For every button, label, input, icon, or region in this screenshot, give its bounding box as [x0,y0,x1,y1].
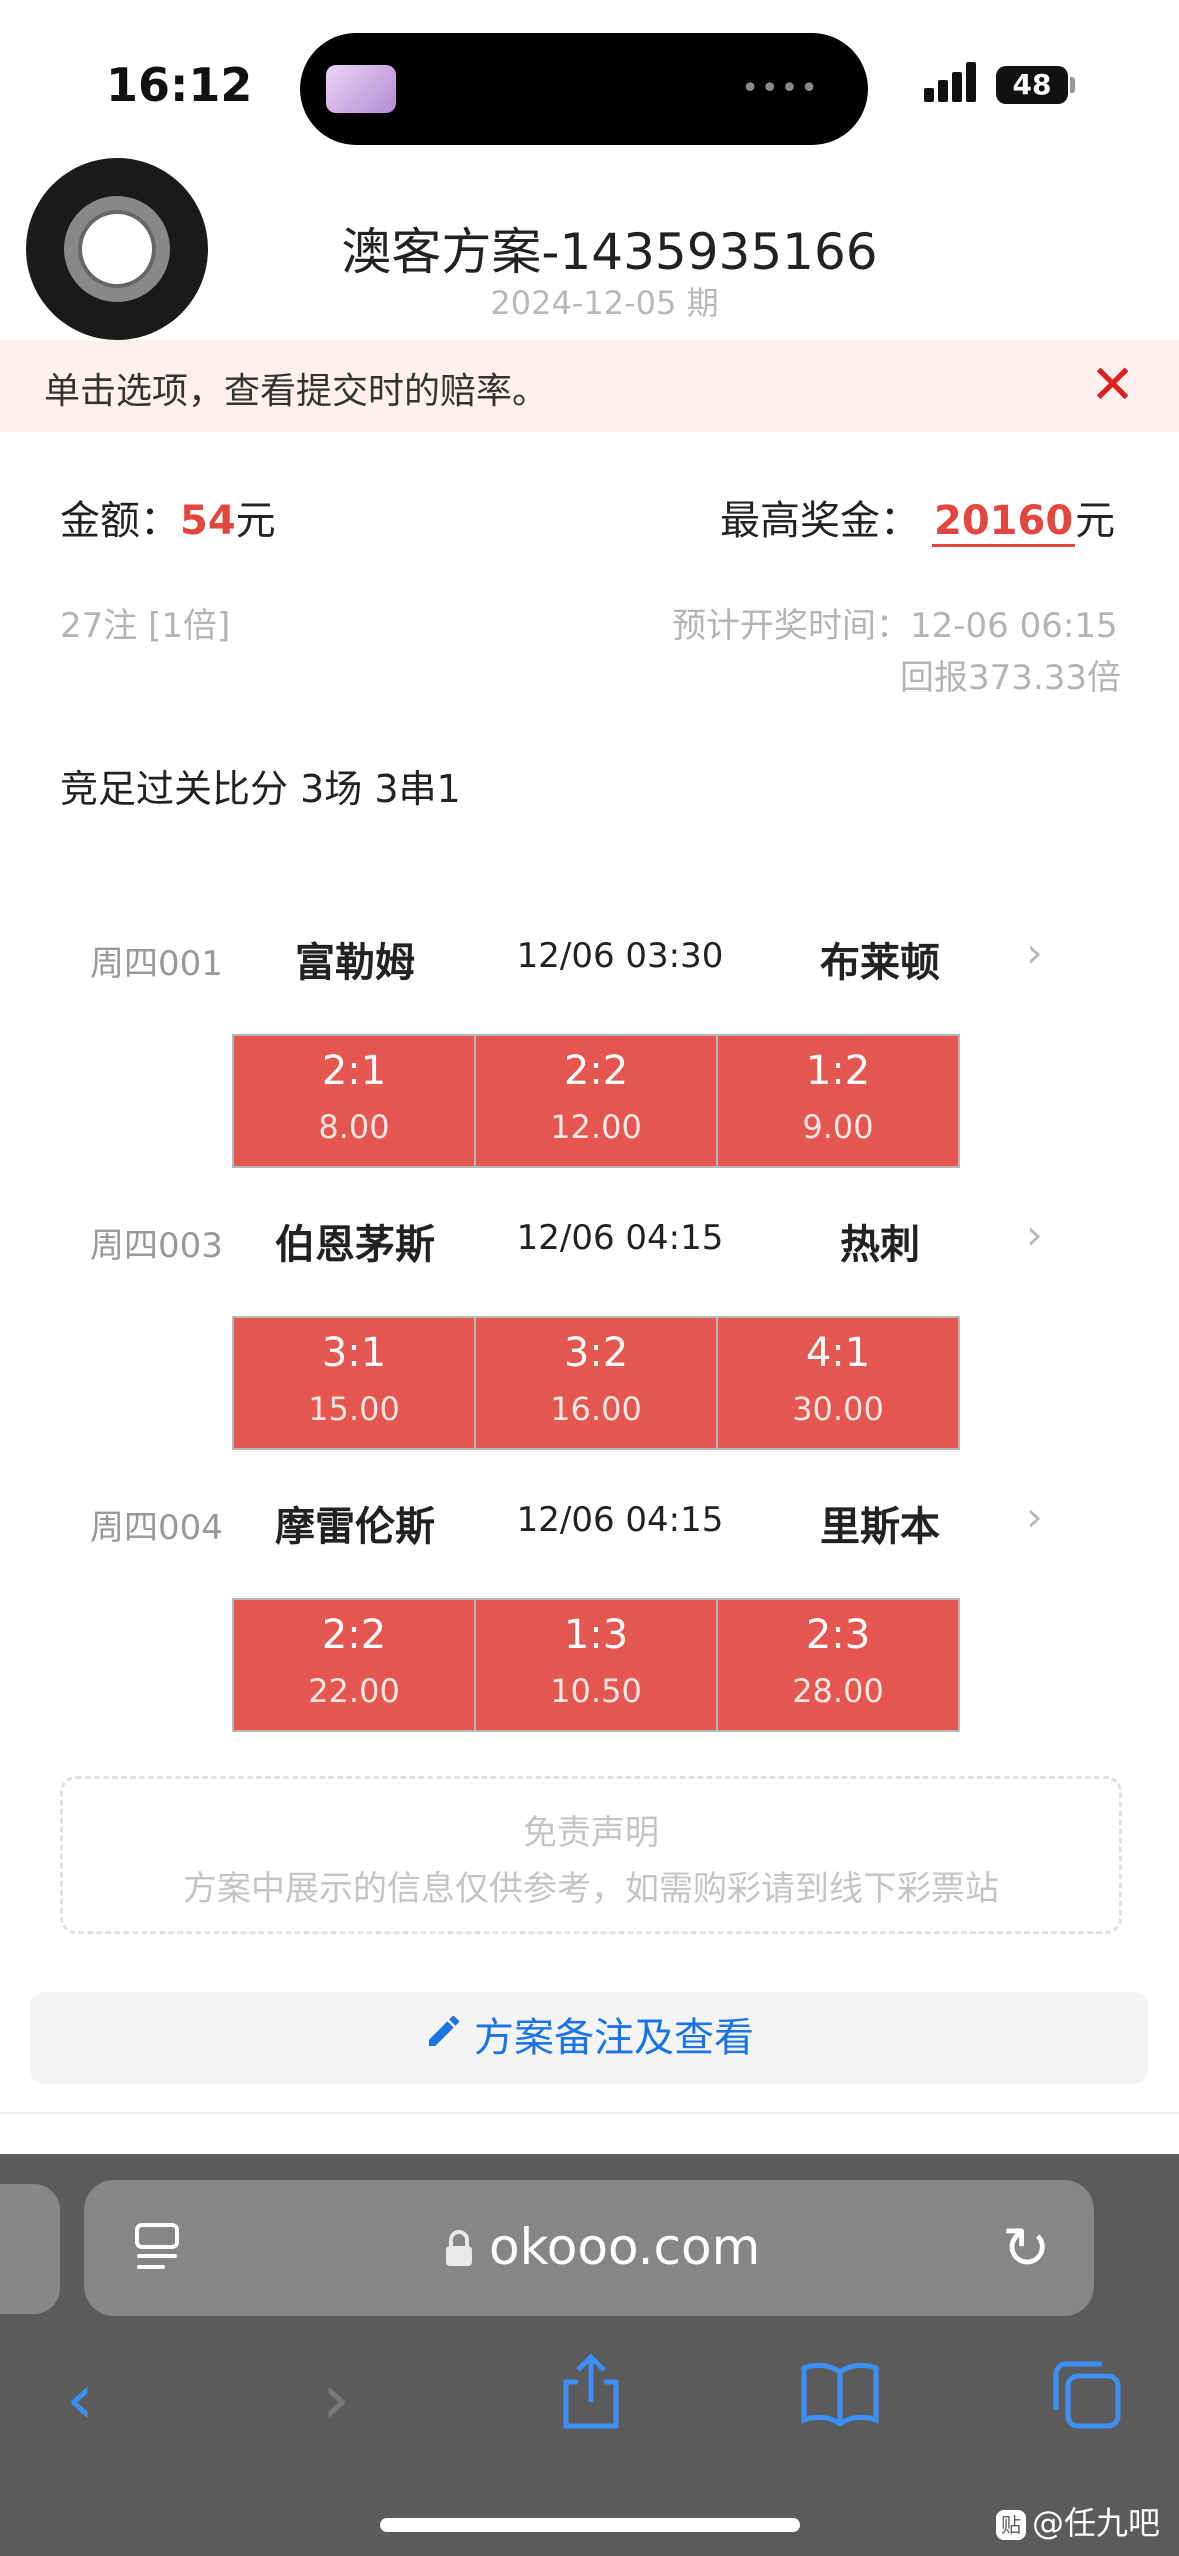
odds-option[interactable]: 2:2 22.00 [234,1600,474,1730]
share-icon[interactable] [556,2352,626,2432]
battery-icon: 48 [996,66,1068,104]
watermark-text: @任九吧 [1032,2504,1161,2542]
away-team: 布莱顿 [820,940,940,986]
chevron-right-icon[interactable]: › [1026,1492,1043,1541]
max-prize: 最高奖金： 20160元 [720,488,1116,547]
island-dots-icon: •••• [741,71,820,106]
plan-title-text: 澳客方案-1435935166 [341,223,878,281]
match-time: 12/06 04:15 [516,1500,724,1540]
url-text[interactable]: okooo.com [489,2218,760,2276]
match-code: 周四004 [90,1508,223,1548]
page-title: 澳客方案-1435935166 [0,212,1179,284]
bets-info: 27注 [1倍] [60,606,231,646]
odds-option[interactable]: 3:1 15.00 [234,1318,474,1448]
match-code: 周四003 [90,1226,223,1266]
notice-text: 单击选项，查看提交时的赔率。 [44,371,549,412]
reload-icon[interactable]: ↻ [1002,2214,1051,2282]
disclaimer-title: 免责声明 [523,1813,659,1853]
odds-value: 22.00 [308,1672,400,1710]
plan-date-text: 2024-12-05 期 [490,284,719,322]
signal-icon [924,62,978,102]
amount: 金额：54元 [60,488,276,546]
score: 3:1 [321,1330,387,1376]
score: 2:2 [321,1612,387,1658]
watermark: 贴 @任九吧 [996,2498,1160,2544]
odds-value: 28.00 [792,1672,884,1710]
odds-value: 15.00 [308,1390,400,1428]
odds-group: 2:2 22.00 1:3 10.50 2:3 28.00 [232,1598,960,1732]
draw-time: 预计开奖时间：12-06 06:15 [672,606,1118,646]
browser-toolbar: okooo.com ↻ ‹ › [0,2154,1179,2556]
match-row[interactable]: 周四001 富勒姆 12/06 03:30 布莱顿 › [0,922,1179,992]
odds-group: 3:1 15.00 3:2 16.00 4:1 30.00 [232,1316,960,1450]
disclaimer-text: 方案中展示的信息仅供参考，如需购彩请到线下彩票站 [183,1869,999,1909]
chevron-right-icon[interactable]: › [1026,1210,1043,1259]
odds-option[interactable]: 4:1 30.00 [718,1318,958,1448]
pencil-icon [424,1992,464,2084]
plan-date: 2024-12-05 期 [0,278,1179,324]
odds-option[interactable]: 2:1 8.00 [234,1036,474,1166]
home-indicator[interactable] [380,2518,800,2532]
disclaimer-box: 免责声明 方案中展示的信息仅供参考，如需购彩请到线下彩票站 [60,1776,1122,1934]
odds-value: 16.00 [550,1390,642,1428]
match-time: 12/06 03:30 [516,936,724,976]
away-team: 热刺 [840,1222,920,1268]
odds-value: 8.00 [318,1108,390,1146]
score: 2:3 [805,1612,871,1658]
close-icon[interactable]: ✕ [1090,358,1135,412]
odds-option[interactable]: 1:2 9.00 [718,1036,958,1166]
home-team: 摩雷伦斯 [275,1504,435,1550]
return-ratio: 回报373.33倍 [900,658,1121,698]
match-time: 12/06 04:15 [516,1218,724,1258]
home-team: 富勒姆 [295,940,415,986]
island-thumbnail [326,65,396,113]
notes-button[interactable]: 方案备注及查看 [30,1992,1148,2084]
match-row[interactable]: 周四003 伯恩茅斯 12/06 04:15 热刺 › [0,1204,1179,1274]
odds-group: 2:1 8.00 2:2 12.00 1:2 9.00 [232,1034,960,1168]
odds-option[interactable]: 2:3 28.00 [718,1600,958,1730]
notes-button-label: 方案备注及查看 [474,2015,754,2061]
odds-option[interactable]: 1:3 10.50 [476,1600,716,1730]
tabs-icon[interactable] [1052,2360,1122,2430]
odds-option[interactable]: 2:2 12.00 [476,1036,716,1166]
previous-tab-peek[interactable] [0,2184,60,2314]
score: 1:3 [563,1612,629,1658]
notice-banner: 单击选项，查看提交时的赔率。 ✕ [0,340,1179,432]
back-icon[interactable]: ‹ [66,2358,94,2440]
match-code: 周四001 [90,944,223,984]
prize-label: 最高奖金： [720,498,920,544]
away-team: 里斯本 [820,1504,940,1550]
amount-unit: 元 [235,498,276,544]
forward-icon[interactable]: › [322,2358,350,2440]
odds-option[interactable]: 3:2 16.00 [476,1318,716,1448]
odds-value: 30.00 [792,1390,884,1428]
address-bar[interactable]: okooo.com ↻ [84,2180,1094,2316]
plan-type: 竞足过关比分 3场 3串1 [60,767,461,811]
match-row[interactable]: 周四004 摩雷伦斯 12/06 04:15 里斯本 › [0,1486,1179,1556]
odds-value: 10.50 [550,1672,642,1710]
score: 2:2 [563,1048,629,1094]
score: 2:1 [321,1048,387,1094]
watermark-badge: 贴 [996,2510,1026,2540]
odds-value: 12.00 [550,1108,642,1146]
lock-icon [444,2230,474,2277]
prize-value[interactable]: 20160 [932,498,1076,547]
battery-cap [1070,77,1075,93]
dynamic-island: •••• [300,33,868,145]
score: 4:1 [805,1330,871,1376]
reader-icon[interactable] [134,2222,180,2272]
amount-value: 54 [180,498,236,544]
amount-label: 金额： [60,498,180,544]
home-team: 伯恩茅斯 [275,1222,435,1268]
bookmarks-icon[interactable] [800,2360,880,2428]
odds-value: 9.00 [802,1108,874,1146]
score: 3:2 [563,1330,629,1376]
score: 1:2 [805,1048,871,1094]
prize-unit: 元 [1075,498,1116,544]
status-time: 16:12 [106,58,253,112]
chevron-right-icon[interactable]: › [1026,928,1043,977]
divider [0,2112,1179,2114]
